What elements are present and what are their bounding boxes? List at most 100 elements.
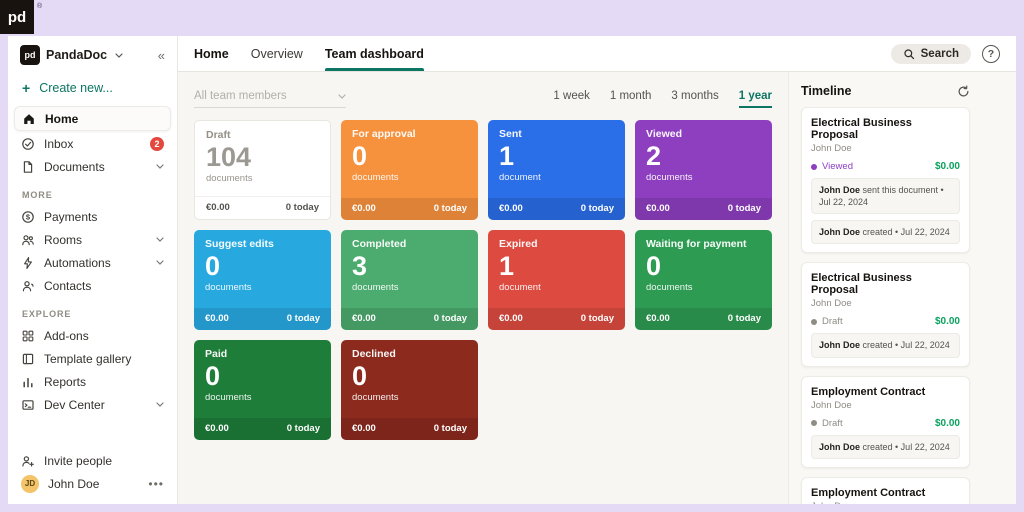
range-filter[interactable]: 1 week bbox=[553, 90, 589, 108]
chevron-down-icon bbox=[156, 164, 164, 169]
invite-people-button[interactable]: Invite people bbox=[8, 449, 177, 472]
tab-team-dashboard[interactable]: Team dashboard bbox=[325, 36, 424, 71]
stat-card-footer: €0.00 0 today bbox=[195, 196, 330, 219]
stat-card[interactable]: Draft 104 documents €0.00 0 today bbox=[194, 120, 331, 220]
pandadoc-corner-logo: pd bbox=[0, 0, 34, 34]
refresh-button[interactable] bbox=[957, 85, 970, 98]
stat-card-footer: €0.00 0 today bbox=[341, 308, 478, 330]
sidebar-item-automations[interactable]: Automations bbox=[8, 251, 177, 274]
entry-owner: John Doe bbox=[811, 143, 960, 154]
stat-card-unit: documents bbox=[646, 282, 761, 293]
stat-card[interactable]: Viewed 2 documents €0.00 0 today bbox=[635, 120, 772, 220]
stat-card-unit: documents bbox=[352, 282, 467, 293]
stat-card-amount: €0.00 bbox=[646, 203, 670, 214]
sidebar-item-contacts[interactable]: Contacts bbox=[8, 274, 177, 297]
sidebar-item-addons[interactable]: Add-ons bbox=[8, 324, 177, 347]
user-name: John Doe bbox=[48, 477, 99, 491]
stat-card-unit: document bbox=[499, 282, 614, 293]
chevron-down-icon bbox=[338, 94, 346, 99]
home-icon bbox=[22, 112, 36, 126]
stat-card-count: 1 bbox=[499, 141, 614, 172]
status-label: Draft bbox=[822, 316, 843, 327]
sidebar-item-reports[interactable]: Reports bbox=[8, 370, 177, 393]
timeline-entry[interactable]: Electrical Business Proposal John Doe Dr… bbox=[801, 262, 970, 366]
stat-card[interactable]: Waiting for payment 0 documents €0.00 0 … bbox=[635, 230, 772, 330]
user-menu[interactable]: JD John Doe ••• bbox=[8, 472, 177, 495]
timeline-entry[interactable]: Employment Contract John Doe Draft $0.00 bbox=[801, 376, 970, 468]
timeline-title: Timeline bbox=[801, 84, 851, 98]
status-label: Viewed bbox=[822, 161, 853, 172]
stat-card-today: 0 today bbox=[434, 423, 467, 434]
stat-card-footer: €0.00 0 today bbox=[194, 308, 331, 330]
stat-card[interactable]: Declined 0 documents €0.00 0 today bbox=[341, 340, 478, 440]
range-filter[interactable]: 3 months bbox=[671, 90, 718, 108]
payments-icon: $ bbox=[21, 210, 35, 224]
stat-card-today: 0 today bbox=[434, 313, 467, 324]
stat-card-amount: €0.00 bbox=[499, 313, 523, 324]
chevron-down-icon bbox=[156, 402, 164, 407]
stat-card[interactable]: For approval 0 documents €0.00 0 today bbox=[341, 120, 478, 220]
search-button[interactable]: Search bbox=[891, 44, 971, 64]
sidebar: pd PandaDoc « + Create new... Home Inbox… bbox=[8, 36, 178, 504]
stat-card[interactable]: Expired 1 document €0.00 0 today bbox=[488, 230, 625, 330]
entry-status-row: Viewed $0.00 bbox=[811, 161, 960, 172]
stat-card-body: Sent 1 document bbox=[488, 120, 625, 198]
entry-document-title: Employment Contract bbox=[811, 386, 960, 398]
stat-card-unit: documents bbox=[646, 172, 761, 183]
stat-card[interactable]: Paid 0 documents €0.00 0 today bbox=[194, 340, 331, 440]
stat-card-title: Suggest edits bbox=[205, 238, 320, 250]
status-dot bbox=[811, 319, 817, 325]
sidebar-item-home[interactable]: Home bbox=[14, 106, 171, 131]
entry-events: John Doe created • Jul 22, 2024 bbox=[811, 435, 960, 459]
stat-card-today: 0 today bbox=[728, 313, 761, 324]
stat-card-footer: €0.00 0 today bbox=[635, 198, 772, 220]
sidebar-item-template-gallery[interactable]: Template gallery bbox=[8, 347, 177, 370]
sidebar-item-inbox[interactable]: Inbox 2 bbox=[8, 132, 177, 155]
chevron-down-icon bbox=[115, 53, 123, 58]
stat-card-count: 2 bbox=[646, 141, 761, 172]
sidebar-item-documents[interactable]: Documents bbox=[8, 155, 177, 178]
tab-home[interactable]: Home bbox=[194, 36, 229, 71]
entry-owner: John Doe bbox=[811, 501, 960, 504]
reports-icon bbox=[21, 375, 35, 389]
more-options-icon[interactable]: ••• bbox=[148, 477, 164, 491]
stat-card-title: Paid bbox=[205, 348, 320, 360]
stat-card-amount: €0.00 bbox=[206, 202, 230, 213]
timeline-entry[interactable]: Employment Contract John Doe Draft $0.00 bbox=[801, 477, 970, 504]
workspace-switcher[interactable]: pd PandaDoc « bbox=[8, 36, 177, 72]
stat-card-title: Draft bbox=[206, 129, 319, 141]
range-filter[interactable]: 1 year bbox=[739, 90, 772, 108]
entry-events: John Doe sent this document • Jul 22, 20… bbox=[811, 178, 960, 244]
sidebar-item-label: Reports bbox=[44, 375, 86, 389]
stat-card-title: Completed bbox=[352, 238, 467, 250]
stat-card-amount: €0.00 bbox=[499, 203, 523, 214]
sidebar-item-payments[interactable]: $ Payments bbox=[8, 205, 177, 228]
stat-card-today: 0 today bbox=[581, 203, 614, 214]
entry-document-title: Electrical Business Proposal bbox=[811, 272, 960, 296]
rooms-icon bbox=[21, 233, 35, 247]
documents-icon bbox=[21, 160, 35, 174]
collapse-sidebar-icon[interactable]: « bbox=[158, 48, 165, 63]
stat-card-unit: document bbox=[499, 172, 614, 183]
range-filter[interactable]: 1 month bbox=[610, 90, 652, 108]
sidebar-item-label: Inbox bbox=[44, 137, 73, 151]
sidebar-item-label: Automations bbox=[44, 256, 111, 270]
screen: pd ® pd PandaDoc « + Create new... Home … bbox=[0, 0, 1024, 512]
sidebar-item-dev-center[interactable]: Dev Center bbox=[8, 393, 177, 416]
tab-overview[interactable]: Overview bbox=[251, 36, 303, 71]
stat-card[interactable]: Completed 3 documents €0.00 0 today bbox=[341, 230, 478, 330]
search-icon bbox=[903, 48, 915, 60]
stat-card[interactable]: Sent 1 document €0.00 0 today bbox=[488, 120, 625, 220]
stat-card-today: 0 today bbox=[287, 423, 320, 434]
team-members-dropdown[interactable]: All team members bbox=[194, 90, 346, 108]
sidebar-item-label: Payments bbox=[44, 210, 97, 224]
create-new-button[interactable]: + Create new... bbox=[8, 72, 177, 105]
chevron-down-icon bbox=[156, 237, 164, 242]
dashboard-content: All team members 1 week 1 month 3 months bbox=[178, 72, 788, 504]
help-button[interactable]: ? bbox=[982, 45, 1000, 63]
stat-card[interactable]: Suggest edits 0 documents €0.00 0 today bbox=[194, 230, 331, 330]
timeline-entry[interactable]: Electrical Business Proposal John Doe Vi… bbox=[801, 107, 970, 253]
stat-card-count: 104 bbox=[206, 142, 319, 173]
timeline-event: John Doe created • Jul 22, 2024 bbox=[811, 333, 960, 357]
sidebar-item-rooms[interactable]: Rooms bbox=[8, 228, 177, 251]
